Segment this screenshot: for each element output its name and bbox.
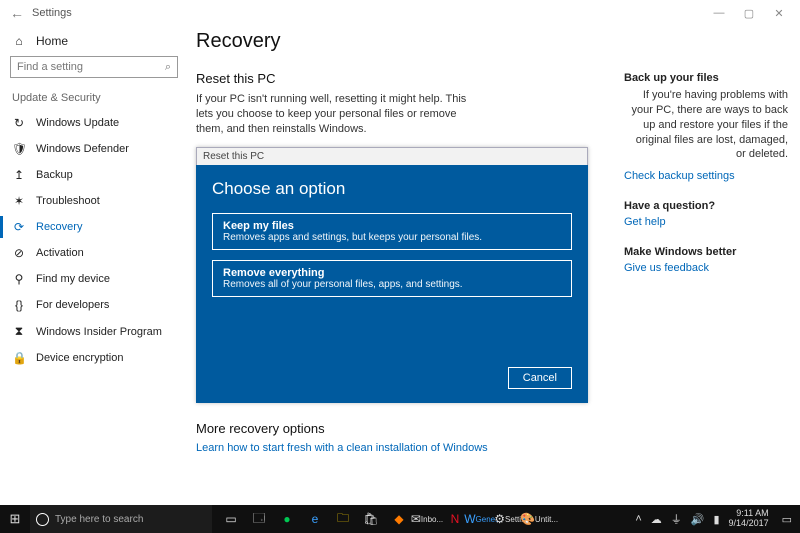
explorer-icon[interactable]: 🗀 bbox=[330, 505, 356, 533]
clock-date: 9/14/2017 bbox=[729, 519, 769, 529]
fresh-start-link[interactable]: Learn how to start fresh with a clean in… bbox=[196, 442, 602, 454]
backup-heading: Back up your files bbox=[624, 72, 788, 84]
sidebar-item-for-developers[interactable]: {} For developers bbox=[10, 292, 178, 318]
start-button[interactable]: ⊞ bbox=[0, 511, 30, 527]
find-my-device-icon: ⚲ bbox=[12, 272, 26, 286]
sidebar-home[interactable]: ⌂ Home bbox=[10, 30, 178, 56]
word-icon[interactable]: WGene... bbox=[470, 505, 496, 533]
back-icon[interactable]: ← bbox=[6, 5, 28, 21]
windows-insider-program-icon: ⧗ bbox=[12, 324, 26, 339]
minimize-icon[interactable]: — bbox=[704, 7, 734, 19]
taskbar-search-placeholder: Type here to search bbox=[55, 514, 143, 525]
windows-update-icon: ↻ bbox=[12, 116, 26, 130]
feedback-heading: Make Windows better bbox=[624, 246, 788, 258]
search-icon: ⌕ bbox=[165, 61, 171, 74]
network-icon[interactable]: ⏚ bbox=[671, 511, 682, 527]
sidebar-nav: ↻ Windows Update 🛡 Windows Defender ↥ Backup ✶… bbox=[10, 110, 178, 371]
sidebar-item-recovery[interactable]: ⟳ Recovery bbox=[10, 214, 178, 240]
tray-chevron-icon[interactable]: ˄ bbox=[635, 513, 641, 525]
maximize-icon[interactable]: ▢ bbox=[734, 7, 764, 20]
help-panel: Back up your files If you're having prob… bbox=[620, 26, 800, 493]
window-titlebar: ← Settings — ▢ ✕ bbox=[0, 0, 800, 26]
for-developers-icon: {} bbox=[12, 298, 26, 312]
task-view-icon[interactable]: ▭ bbox=[218, 505, 244, 533]
sidebar-group-label: Update & Security bbox=[12, 92, 178, 104]
sidebar-home-label: Home bbox=[36, 34, 68, 48]
more-heading: More recovery options bbox=[196, 421, 602, 436]
option-keep-files[interactable]: Keep my files Removes apps and settings,… bbox=[212, 213, 572, 250]
taskbar-search[interactable]: Type here to search bbox=[30, 505, 212, 533]
window-title: Settings bbox=[32, 7, 72, 19]
action-center-icon[interactable]: ▭ bbox=[782, 513, 792, 526]
reset-description: If your PC isn't running well, resetting… bbox=[196, 92, 486, 137]
sidebar-item-label: Recovery bbox=[36, 221, 82, 233]
sidebar-item-label: Windows Insider Program bbox=[36, 326, 162, 338]
option-sub: Removes all of your personal files, apps… bbox=[223, 279, 561, 290]
sidebar-item-label: Find my device bbox=[36, 273, 110, 285]
sidebar-item-windows-defender[interactable]: 🛡 Windows Defender bbox=[10, 136, 178, 162]
sidebar-item-label: Activation bbox=[36, 247, 84, 259]
content-area: Recovery Reset this PC If your PC isn't … bbox=[178, 26, 620, 493]
reset-heading: Reset this PC bbox=[196, 71, 602, 86]
app-icon[interactable]: ● bbox=[274, 505, 300, 533]
activation-icon: ⊘ bbox=[12, 246, 26, 260]
edge-icon[interactable]: e bbox=[302, 505, 328, 533]
system-tray: ˄ ☁ ⏚ 🔊 ▮ 9:11 AM 9/14/2017 ▭ bbox=[627, 509, 800, 529]
question-heading: Have a question? bbox=[624, 200, 788, 212]
taskbar-clock[interactable]: 9:11 AM 9/14/2017 bbox=[729, 509, 773, 529]
sidebar-item-label: For developers bbox=[36, 299, 109, 311]
option-title: Remove everything bbox=[223, 267, 561, 279]
mail-icon[interactable]: ✉Inbo... bbox=[414, 505, 440, 533]
cortana-icon bbox=[36, 513, 49, 526]
sidebar-item-windows-insider-program[interactable]: ⧗ Windows Insider Program bbox=[10, 318, 178, 345]
help-link[interactable]: Get help bbox=[624, 216, 788, 228]
home-icon: ⌂ bbox=[12, 34, 26, 48]
search-placeholder: Find a setting bbox=[17, 61, 165, 73]
sidebar-item-label: Backup bbox=[36, 169, 73, 181]
battery-icon[interactable]: ▮ bbox=[713, 513, 719, 526]
option-title: Keep my files bbox=[223, 220, 561, 232]
reset-dialog: Reset this PC Choose an option Keep my f… bbox=[196, 147, 588, 403]
volume-icon[interactable]: 🔊 bbox=[691, 513, 705, 526]
sidebar-item-device-encryption[interactable]: 🔒 Device encryption bbox=[10, 345, 178, 371]
troubleshoot-icon: ✶ bbox=[12, 194, 26, 208]
paint-icon[interactable]: 🎨Untit... bbox=[526, 505, 552, 533]
close-icon[interactable]: ✕ bbox=[764, 7, 794, 20]
search-input[interactable]: Find a setting ⌕ bbox=[10, 56, 178, 78]
taskbar-pinned: ▭ 🗔 ● e 🗀 🛍 ◆ ✉Inbo... N WGene... ⚙Setti… bbox=[212, 505, 552, 533]
sidebar-item-backup[interactable]: ↥ Backup bbox=[10, 162, 178, 188]
recovery-icon: ⟳ bbox=[12, 220, 26, 234]
sidebar-item-label: Windows Update bbox=[36, 117, 119, 129]
sidebar-item-label: Windows Defender bbox=[36, 143, 129, 155]
option-sub: Removes apps and settings, but keeps you… bbox=[223, 232, 561, 243]
sidebar-item-find-my-device[interactable]: ⚲ Find my device bbox=[10, 266, 178, 292]
cancel-button[interactable]: Cancel bbox=[508, 367, 572, 389]
feedback-link[interactable]: Give us feedback bbox=[624, 262, 788, 274]
settings-sidebar: ⌂ Home Find a setting ⌕ Update & Securit… bbox=[0, 26, 178, 493]
backup-icon: ↥ bbox=[12, 168, 26, 182]
dialog-title: Choose an option bbox=[212, 179, 572, 199]
backup-link[interactable]: Check backup settings bbox=[624, 170, 788, 182]
page-title: Recovery bbox=[196, 30, 602, 53]
windows-defender-icon: 🛡 bbox=[12, 142, 26, 156]
dialog-header: Reset this PC bbox=[196, 147, 588, 165]
taskbar: ⊞ Type here to search ▭ 🗔 ● e 🗀 🛍 ◆ ✉Inb… bbox=[0, 505, 800, 533]
app-icon[interactable]: ◆ bbox=[386, 505, 412, 533]
sidebar-item-label: Troubleshoot bbox=[36, 195, 100, 207]
sidebar-item-windows-update[interactable]: ↻ Windows Update bbox=[10, 110, 178, 136]
backup-text: If you're having problems with your PC, … bbox=[624, 88, 788, 162]
sidebar-item-label: Device encryption bbox=[36, 352, 123, 364]
sidebar-item-troubleshoot[interactable]: ✶ Troubleshoot bbox=[10, 188, 178, 214]
store-icon[interactable]: 🛍 bbox=[358, 505, 384, 533]
app-icon[interactable]: 🗔 bbox=[246, 505, 272, 533]
device-encryption-icon: 🔒 bbox=[12, 351, 26, 365]
sidebar-item-activation[interactable]: ⊘ Activation bbox=[10, 240, 178, 266]
onedrive-icon[interactable]: ☁ bbox=[651, 513, 662, 526]
option-remove-everything[interactable]: Remove everything Removes all of your pe… bbox=[212, 260, 572, 297]
